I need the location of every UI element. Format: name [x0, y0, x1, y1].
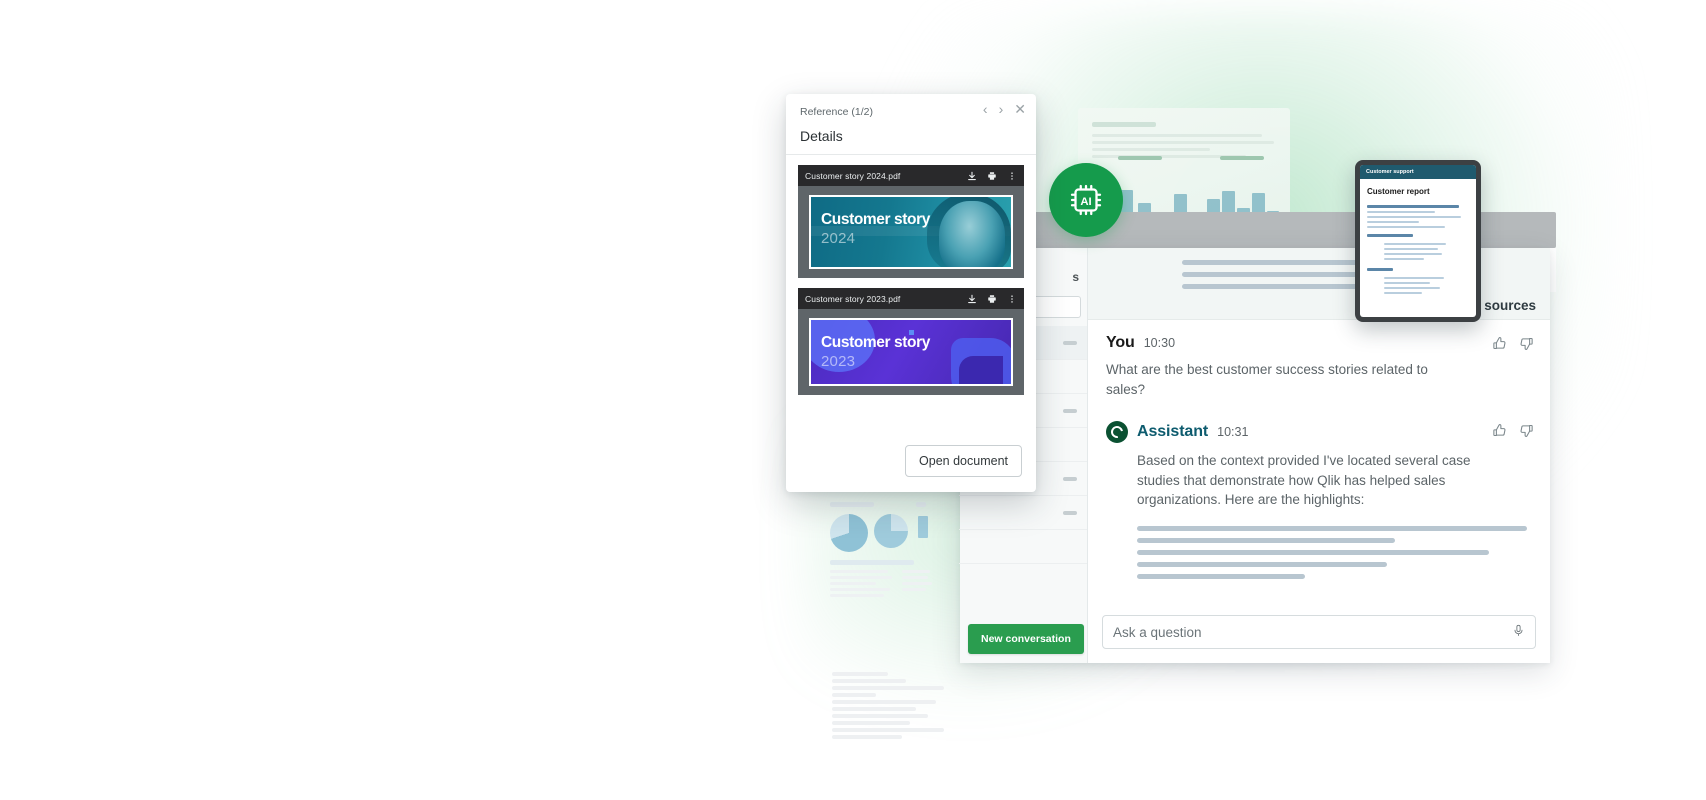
more-options-icon[interactable]: [1007, 294, 1017, 304]
new-conversation-button[interactable]: New conversation: [968, 624, 1084, 654]
list-item[interactable]: [959, 496, 1087, 530]
cover-year: 2024: [821, 230, 856, 247]
ask-question-input[interactable]: [1113, 624, 1512, 640]
thumbs-up-icon[interactable]: [1492, 336, 1507, 351]
screenshot-root: s View 2 sources You 10:30 What are the …: [0, 0, 1706, 800]
cover-title: Customer story: [821, 334, 930, 351]
pdf-toolbar: Customer story 2024.pdf: [798, 165, 1024, 186]
reference-document-scroll[interactable]: Customer story 2024.pdf Customer story 2…: [786, 155, 1036, 433]
microphone-icon[interactable]: [1512, 624, 1525, 641]
download-icon[interactable]: [967, 171, 977, 181]
message-timestamp: 10:31: [1217, 425, 1249, 440]
assistant-avatar: [1106, 421, 1128, 444]
thumbs-up-icon[interactable]: [1492, 423, 1507, 438]
next-reference-icon[interactable]: ›: [999, 102, 1004, 116]
customer-report-tablet-card: Customer support Customer report: [1355, 160, 1481, 322]
pdf-preview-card[interactable]: Customer story 2023.pdf Customer story 2…: [798, 288, 1024, 395]
message-timestamp: 10:30: [1143, 336, 1176, 350]
message-text: What are the best customer success stori…: [1106, 362, 1428, 397]
chat-message-assistant: Assistant 10:31 Based on the context pro…: [1088, 399, 1550, 586]
pdf-preview-card[interactable]: Customer story 2024.pdf Customer story 2…: [798, 165, 1024, 278]
print-icon[interactable]: [987, 171, 997, 181]
cover-artwork: [811, 320, 1011, 384]
pdf-filename: Customer story 2023.pdf: [805, 293, 901, 304]
reference-footer: Open document: [786, 433, 1036, 489]
assistant-loading-skeleton: [1137, 525, 1532, 579]
list-item[interactable]: [959, 530, 1087, 564]
message-author: You: [1106, 334, 1135, 351]
pdf-toolbar: Customer story 2023.pdf: [798, 288, 1024, 309]
tablet-report-title: Customer report: [1367, 187, 1430, 196]
prev-reference-icon[interactable]: ‹: [983, 102, 988, 116]
thumbs-down-icon[interactable]: [1519, 423, 1534, 438]
thumbs-down-icon[interactable]: [1519, 336, 1534, 351]
open-document-button[interactable]: Open document: [905, 445, 1022, 477]
reference-details-panel: Reference (1/2) ‹ › ✕ Details Customer s…: [786, 94, 1036, 492]
reference-title: Details: [800, 128, 843, 144]
reference-header: Reference (1/2) ‹ › ✕: [786, 94, 1036, 118]
cover-year: 2023: [821, 353, 856, 370]
ai-chip-icon: AI: [1049, 163, 1123, 237]
more-options-icon[interactable]: [1007, 171, 1017, 181]
message-text: Based on the context provided I've locat…: [1137, 453, 1471, 508]
close-icon[interactable]: ✕: [1014, 102, 1026, 116]
chat-message-user: You 10:30 What are the best customer suc…: [1088, 320, 1550, 399]
conversation-list-title: s: [1072, 270, 1079, 284]
message-author: Assistant: [1137, 423, 1209, 441]
ask-question-box[interactable]: [1102, 615, 1536, 649]
download-icon[interactable]: [967, 294, 977, 304]
pdf-page-preview: Customer story 2023: [798, 309, 1024, 395]
reference-nav-controls: ‹ › ✕: [983, 102, 1026, 116]
background-paragraph-block: [832, 672, 962, 739]
composer: [1088, 605, 1550, 663]
tablet-header-title: Customer support: [1360, 165, 1476, 179]
pdf-filename: Customer story 2024.pdf: [805, 170, 901, 181]
cover-title: Customer story: [821, 211, 930, 228]
svg-text:AI: AI: [1080, 196, 1091, 208]
print-icon[interactable]: [987, 294, 997, 304]
pdf-page-preview: Customer story 2024: [798, 186, 1024, 278]
